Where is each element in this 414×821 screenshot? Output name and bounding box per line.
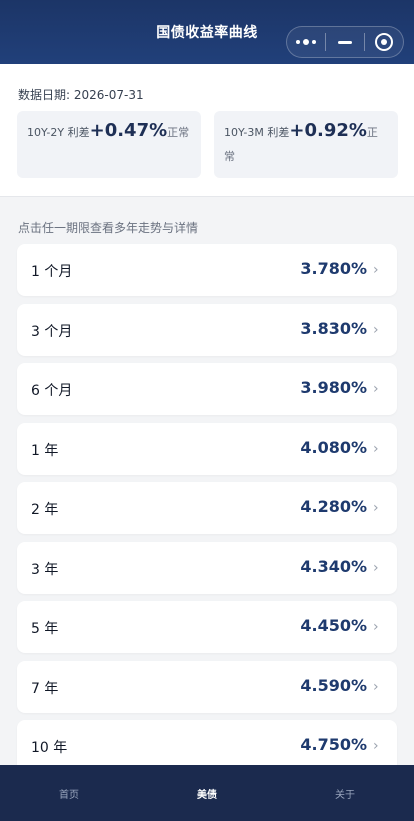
spread-value: +0.47% [89, 120, 168, 141]
yield-rate: 4.080% [300, 437, 367, 457]
page-title: 国债收益率曲线 [156, 25, 258, 41]
more-dots-icon [296, 39, 316, 45]
yield-row-7y[interactable]: 7 年 4.590% › [17, 660, 397, 713]
term-label: 7 年 [31, 680, 59, 697]
tab-us-treasuries[interactable]: 美债 [138, 765, 276, 821]
term-label: 1 个月 [31, 264, 73, 280]
yield-rate: 3.780% [300, 259, 367, 278]
yield-rate: 4.590% [300, 675, 367, 695]
chevron-right-icon: › [373, 440, 379, 457]
list-hint: 点击任一期限查看多年走势与详情 [18, 221, 199, 235]
tab-home[interactable]: 首页 [0, 765, 138, 821]
yield-row-2y[interactable]: 2 年 4.280% › [17, 482, 397, 534]
data-date: 数据日期: 2026-07-31 [18, 88, 144, 102]
spread-label: 10Y-3M 利差 [224, 126, 290, 139]
chevron-right-icon: › [373, 381, 379, 397]
yield-row-3y[interactable]: 3 年 4.340% › [17, 541, 397, 594]
minimize-icon [338, 40, 352, 44]
chevron-right-icon: › [373, 678, 379, 695]
yield-row-6m[interactable]: 6 个月 3.980% › [17, 363, 397, 415]
spread-status: 正常 [167, 126, 190, 139]
spread-value: +0.92% [289, 120, 367, 141]
yield-rate: 4.750% [300, 735, 367, 754]
term-label: 2 年 [31, 502, 59, 518]
close-button[interactable] [365, 27, 403, 57]
yield-rate: 3.980% [300, 378, 367, 397]
spread-label: 10Y-2Y 利差 [27, 126, 90, 139]
chevron-right-icon: › [373, 559, 379, 576]
tab-about[interactable]: 关于 [276, 765, 414, 821]
nav-header: 国债收益率曲线 [0, 0, 414, 64]
term-label: 1 年 [31, 442, 59, 459]
yield-rate: 4.280% [300, 497, 367, 516]
yield-row-1y[interactable]: 1 年 4.080% › [17, 422, 397, 475]
minimize-button[interactable] [326, 27, 364, 57]
term-label: 6 个月 [31, 383, 73, 399]
target-icon [375, 33, 393, 51]
spread-card-10y-3m: 10Y-3M 利差+0.92%正常 [214, 111, 398, 178]
yield-rate: 4.450% [300, 616, 367, 635]
term-label: 3 个月 [31, 323, 73, 340]
yield-rate: 3.830% [300, 318, 367, 338]
spread-card-10y-2y: 10Y-2Y 利差+0.47%正常 [17, 111, 201, 178]
chevron-right-icon: › [373, 738, 379, 754]
chevron-right-icon: › [373, 262, 379, 278]
yield-row-3m[interactable]: 3 个月 3.830% › [17, 303, 397, 356]
yield-row-5y[interactable]: 5 年 4.450% › [17, 601, 397, 653]
yield-row-1m[interactable]: 1 个月 3.780% › [17, 244, 397, 296]
chevron-right-icon: › [373, 500, 379, 516]
more-button[interactable] [287, 27, 325, 57]
term-label: 5 年 [31, 621, 59, 637]
chevron-right-icon: › [373, 619, 379, 635]
yield-rate: 4.340% [300, 556, 367, 576]
bottom-tab-bar: 首页 美债 关于 [0, 765, 414, 821]
term-label: 10 年 [31, 740, 68, 756]
term-label: 3 年 [31, 561, 59, 578]
mini-program-capsule [286, 26, 404, 58]
chevron-right-icon: › [373, 321, 379, 338]
info-panel: 数据日期: 2026-07-31 10Y-2Y 利差+0.47%正常 10Y-3… [0, 64, 414, 197]
